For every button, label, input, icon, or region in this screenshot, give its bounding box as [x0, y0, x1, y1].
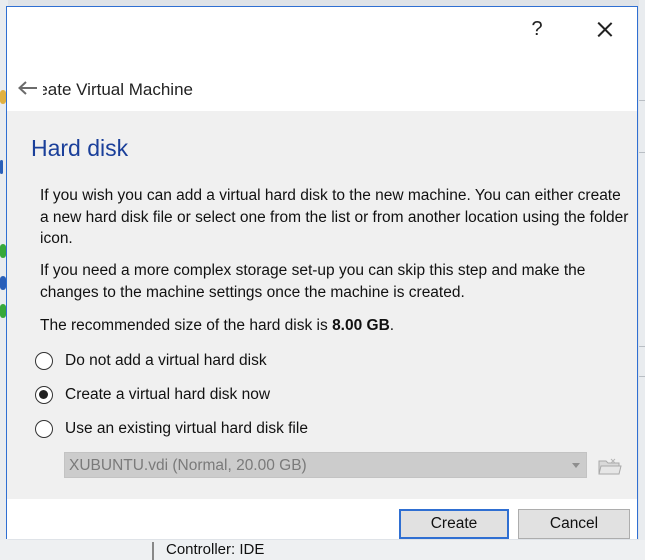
- existing-disk-select-value: XUBUNTU.vdi (Normal, 20.00 GB): [69, 457, 307, 474]
- dialog-footer: Create Cancel: [7, 499, 637, 539]
- close-button[interactable]: [591, 15, 619, 43]
- background-window-bottom: Controller: IDE: [0, 540, 645, 560]
- page-title: Hard disk: [31, 135, 129, 161]
- recommended-size-value: 8.00 GB: [332, 317, 390, 334]
- folder-icon: [598, 458, 622, 475]
- cancel-button[interactable]: Cancel: [518, 509, 630, 539]
- radio-indicator[interactable]: [35, 352, 53, 370]
- radio-label[interactable]: Create a virtual hard disk now: [65, 384, 270, 406]
- wizard-page: Hard disk If you wish you can add a virt…: [7, 111, 637, 500]
- background-divider: [639, 346, 645, 347]
- arrow-left-icon: [18, 81, 37, 95]
- background-divider: [152, 542, 154, 560]
- wizard-nav: Create Virtual Machine: [7, 51, 637, 99]
- background-controller-label: Controller: IDE: [166, 541, 265, 558]
- intro-paragraph: If you wish you can add a virtual hard d…: [40, 187, 629, 247]
- chevron-down-icon: [572, 463, 580, 468]
- recommended-size-suffix: .: [389, 317, 395, 334]
- radio-indicator[interactable]: [35, 386, 53, 404]
- help-button[interactable]: ?: [523, 15, 551, 43]
- wizard-title: Create Virtual Machine: [43, 80, 193, 99]
- background-divider: [639, 376, 645, 377]
- back-button[interactable]: [15, 79, 43, 99]
- existing-disk-select[interactable]: XUBUNTU.vdi (Normal, 20.00 GB): [64, 452, 587, 478]
- title-bar: ?: [7, 7, 637, 51]
- storage-hint-paragraph: If you need a more complex storage set-u…: [40, 262, 586, 301]
- radio-label[interactable]: Use an existing virtual hard disk file: [65, 418, 308, 440]
- background-divider: [639, 152, 645, 153]
- create-button[interactable]: Create: [399, 509, 509, 539]
- background-icon: [0, 160, 3, 174]
- create-vm-dialog: ? Create Virtual Machine Hard disk If yo…: [6, 6, 638, 539]
- recommended-size-prefix: The recommended size of the hard disk is: [40, 317, 333, 334]
- choose-disk-file-button[interactable]: [597, 455, 623, 477]
- radio-label[interactable]: Do not add a virtual hard disk: [65, 350, 267, 372]
- background-divider: [639, 100, 645, 101]
- recommended-size-text: The recommended size of the hard disk is…: [40, 315, 630, 337]
- radio-indicator[interactable]: [35, 420, 53, 438]
- background-window-right-edge: [639, 0, 645, 560]
